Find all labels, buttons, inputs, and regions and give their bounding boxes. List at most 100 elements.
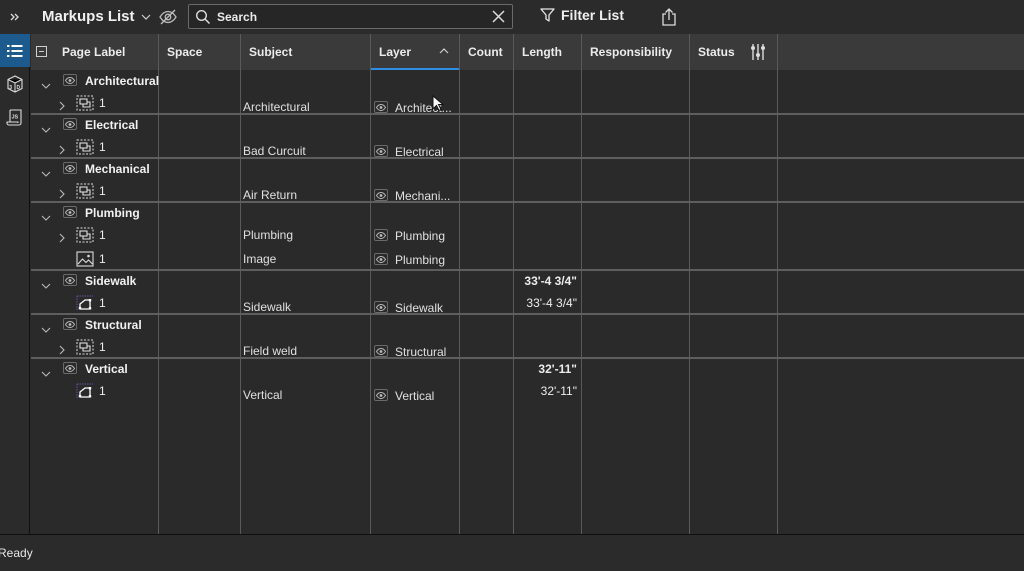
chevron-right-icon[interactable] — [59, 342, 66, 355]
table-row[interactable]: 1 Air Return Mechani... — [31, 180, 1024, 203]
column-header-page-label[interactable]: Page Label — [54, 34, 158, 70]
subject-cell: Vertical — [243, 388, 283, 402]
group-row[interactable]: Architectural — [31, 70, 1024, 92]
chevron-down-icon[interactable] — [41, 77, 51, 89]
subject-cell: Bad Curcuit — [243, 144, 306, 158]
group-label: Mechanical — [85, 162, 150, 176]
table-row[interactable]: 1 Field weld Structural — [31, 336, 1024, 359]
3d-cube-icon: 3 D — [7, 74, 23, 93]
column-header-layer[interactable]: Layer — [371, 34, 459, 70]
group-row[interactable]: Electrical — [31, 114, 1024, 136]
search-input[interactable] — [217, 7, 477, 26]
layer-visibility-icon[interactable] — [374, 389, 388, 401]
markup-group-icon — [76, 339, 94, 355]
column-label: Count — [468, 45, 503, 59]
group-total-length: 33'-4 3/4" — [524, 274, 577, 288]
clear-search-icon[interactable] — [491, 9, 506, 24]
chevron-right-icon[interactable] — [59, 98, 66, 111]
table-row[interactable]: 1 Plumbing Plumbing — [31, 224, 1024, 246]
layer-visibility-icon[interactable] — [63, 318, 77, 330]
group-row[interactable]: Structural — [31, 314, 1024, 336]
group-label: Sidewalk — [85, 274, 137, 288]
page-label: 1 — [99, 96, 106, 110]
layer-visibility-icon[interactable] — [63, 362, 77, 374]
layer-visibility-icon[interactable] — [374, 145, 388, 157]
subject-cell: Image — [243, 252, 277, 266]
group-row[interactable]: Vertical 32'-11" — [31, 358, 1024, 380]
page-label: 1 — [99, 228, 106, 242]
layer-cell: Sidewalk — [395, 301, 444, 315]
chevron-right-icon[interactable] — [59, 142, 66, 155]
filter-list-label: Filter List — [561, 7, 625, 23]
layer-cell: Plumbing — [395, 253, 446, 267]
double-chevron-right-icon — [10, 13, 19, 21]
markups-list-dropdown[interactable]: Markups List — [42, 8, 151, 25]
sort-ascending-icon — [439, 48, 449, 54]
filter-list-button[interactable]: Filter List — [540, 7, 624, 23]
layer-visibility-icon[interactable] — [374, 189, 388, 201]
svg-text:JS: JS — [12, 114, 19, 120]
sidebar-item-3d[interactable]: 3 D — [0, 67, 30, 100]
layer-cell: Plumbing — [395, 229, 446, 243]
group-row[interactable]: Mechanical — [31, 158, 1024, 180]
layer-visibility-icon[interactable] — [63, 74, 77, 86]
table-row[interactable]: 1 Architectural Architect... — [31, 92, 1024, 115]
layer-visibility-icon[interactable] — [374, 101, 388, 113]
subject-cell: Air Return — [243, 188, 298, 202]
polyline-icon — [76, 383, 94, 399]
column-label: Responsibility — [590, 45, 673, 59]
column-header-status[interactable]: Status — [690, 34, 777, 70]
chevron-down-icon[interactable] — [41, 121, 51, 133]
hide-markups-icon[interactable] — [158, 7, 178, 27]
layer-visibility-icon[interactable] — [374, 253, 388, 265]
group-label: Structural — [85, 318, 142, 332]
layer-visibility-icon[interactable] — [63, 274, 77, 286]
column-label: Length — [522, 45, 562, 59]
group-row[interactable]: Plumbing — [31, 202, 1024, 224]
column-header-responsibility[interactable]: Responsibility — [582, 34, 689, 70]
chevron-right-icon[interactable] — [59, 186, 66, 199]
chevron-down-icon[interactable] — [41, 165, 51, 177]
markup-group-icon — [76, 95, 94, 111]
export-icon[interactable] — [660, 7, 678, 27]
panel-title: Markups List — [42, 8, 135, 25]
column-label: Page Label — [62, 45, 126, 59]
status-text: Ready — [0, 546, 33, 560]
column-header-length[interactable]: Length — [514, 34, 581, 70]
js-script-icon: JS — [6, 108, 22, 126]
chevron-right-icon[interactable] — [59, 230, 66, 243]
column-header-count[interactable]: Count — [460, 34, 513, 70]
table-row[interactable]: 1 Bad Curcuit Electrical — [31, 136, 1024, 159]
layer-visibility-icon[interactable] — [374, 301, 388, 313]
layer-visibility-icon[interactable] — [374, 345, 388, 357]
svg-text:D: D — [17, 85, 21, 91]
search-field[interactable] — [188, 4, 513, 29]
layer-visibility-icon[interactable] — [63, 206, 77, 218]
chevron-down-icon[interactable] — [41, 209, 51, 221]
collapse-all-button[interactable] — [36, 46, 47, 57]
markup-group-icon — [76, 139, 94, 155]
page-label: 1 — [99, 140, 106, 154]
table-row[interactable]: 1 Sidewalk Sidewalk 33'-4 3/4" — [31, 292, 1024, 315]
layer-visibility-icon[interactable] — [374, 229, 388, 241]
layer-visibility-icon[interactable] — [63, 162, 77, 174]
column-header-space[interactable]: Space — [159, 34, 240, 70]
layer-visibility-icon[interactable] — [63, 118, 77, 130]
table-row[interactable]: 1 Vertical Vertical 32'-11" — [31, 380, 1024, 403]
column-header-subject[interactable]: Subject — [241, 34, 370, 70]
group-row[interactable]: Sidewalk 33'-4 3/4" — [31, 270, 1024, 292]
filter-icon — [540, 8, 555, 22]
layer-cell: Structural — [395, 345, 447, 359]
column-settings-icon[interactable] — [749, 43, 767, 61]
subject-cell: Field weld — [243, 344, 298, 358]
sidebar: 3 D JS — [0, 34, 30, 534]
svg-text:3: 3 — [9, 85, 12, 91]
expand-panel-button[interactable] — [0, 0, 30, 34]
chevron-down-icon[interactable] — [41, 277, 51, 289]
chevron-down-icon[interactable] — [41, 321, 51, 333]
table-row[interactable]: 1 Image Plumbing — [31, 248, 1024, 270]
chevron-down-icon[interactable] — [41, 365, 51, 377]
sidebar-item-markups-list[interactable] — [0, 34, 30, 67]
sidebar-item-scripts[interactable]: JS — [0, 100, 30, 133]
column-label: Subject — [249, 45, 293, 59]
